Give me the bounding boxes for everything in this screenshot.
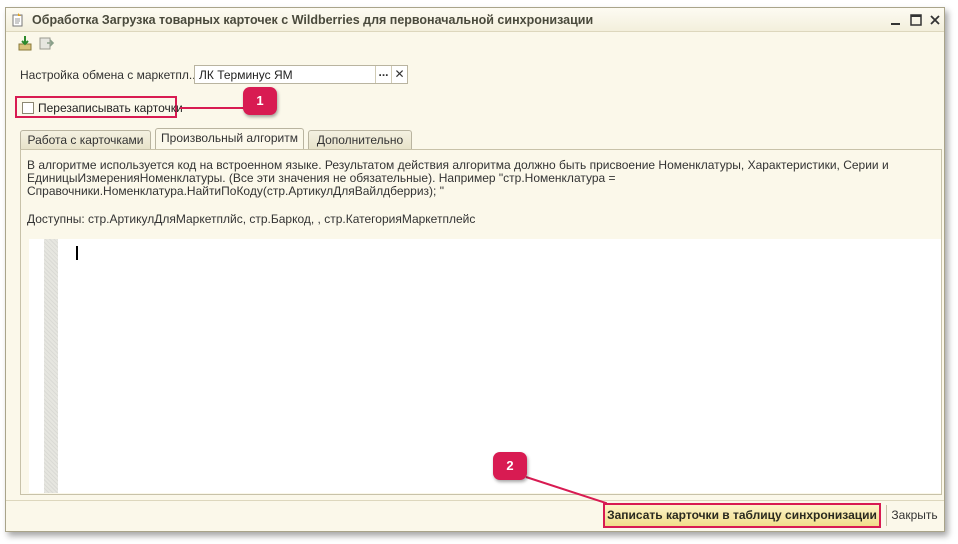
toolbar — [6, 32, 944, 54]
processing-window: Обработка Загрузка товарных карточек с W… — [5, 7, 945, 532]
description-line: Справочники.Номенклатура.НайтиПоКоду(стр… — [27, 184, 444, 198]
overwrite-label[interactable]: Перезаписывать карточки — [38, 101, 183, 115]
callout-1-connector — [180, 107, 245, 109]
tab-cards[interactable]: Работа с карточками — [20, 130, 151, 150]
select-button[interactable]: ... — [375, 66, 391, 83]
footer-divider — [6, 500, 944, 501]
callout-badge-2: 2 — [493, 452, 527, 480]
text-caret — [76, 246, 78, 260]
overwrite-checkbox[interactable] — [22, 102, 34, 114]
minimize-icon[interactable] — [888, 12, 904, 28]
overwrite-checkbox-row[interactable]: Перезаписывать карточки — [15, 96, 183, 118]
exchange-label: Настройка обмена с маркетпл... — [20, 68, 199, 82]
processing-icon — [12, 13, 23, 27]
write-cards-button[interactable]: Записать карточки в таблицу синхронизаци… — [603, 503, 881, 528]
load-icon[interactable] — [16, 35, 34, 51]
code-editor[interactable] — [29, 239, 941, 493]
callout-badge-1: 1 — [243, 87, 277, 115]
export-icon[interactable] — [37, 35, 55, 51]
available-fields: Доступны: стр.АртикулДляМаркетплйс, стр.… — [27, 212, 476, 226]
custom-algorithm-panel: В алгоритме используется код на встроенн… — [20, 149, 942, 495]
algorithm-description: В алгоритме используется код на встроенн… — [27, 159, 927, 198]
close-icon[interactable] — [927, 12, 943, 28]
window-title: Обработка Загрузка товарных карточек с W… — [32, 13, 594, 27]
close-button[interactable]: Закрыть — [886, 505, 942, 526]
editor-gutter — [44, 239, 58, 493]
clear-icon[interactable]: ✕ — [391, 66, 407, 83]
tab-custom-algorithm[interactable]: Произвольный алгоритм — [155, 128, 304, 151]
title-bar[interactable]: Обработка Загрузка товарных карточек с W… — [6, 8, 944, 32]
exchange-value[interactable]: ЛК Терминус ЯМ — [199, 68, 293, 82]
maximize-icon[interactable] — [908, 12, 924, 28]
tab-additional[interactable]: Дополнительно — [308, 130, 412, 150]
exchange-setting-field[interactable]: ЛК Терминус ЯМ ... ✕ — [194, 65, 408, 84]
